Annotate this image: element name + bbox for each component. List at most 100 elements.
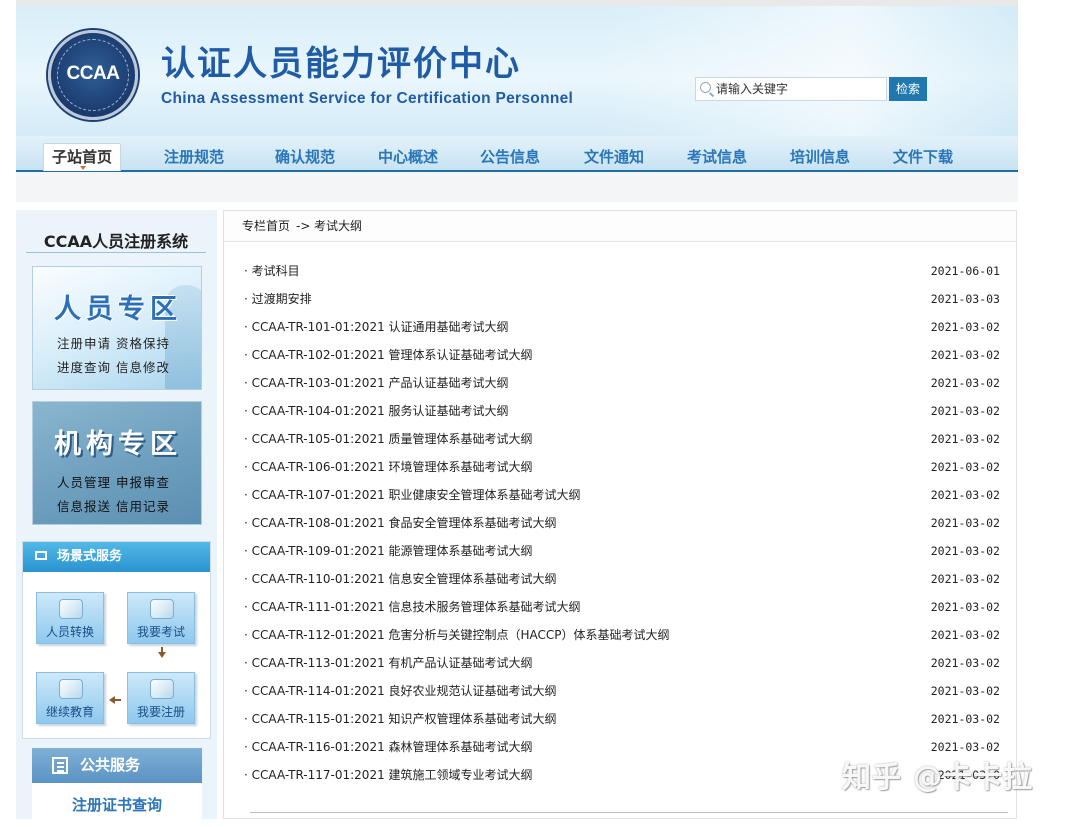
bullet-icon: · bbox=[244, 348, 252, 362]
list-item[interactable]: · CCAA-TR-105-01:2021 质量管理体系基础考试大纲 2021-0… bbox=[224, 425, 1016, 453]
tile-register[interactable]: 我要注册 bbox=[127, 672, 195, 724]
list-item-title[interactable]: · CCAA-TR-117-01:2021 建筑施工领域专业考试大纲 bbox=[244, 761, 533, 789]
bullet-icon: · bbox=[244, 600, 252, 614]
bullet-icon: · bbox=[244, 292, 252, 306]
search-icon bbox=[700, 82, 711, 93]
list-item[interactable]: · 考试科目 2021-06-01 bbox=[224, 257, 1016, 285]
list-item-title[interactable]: · CCAA-TR-110-01:2021 信息安全管理体系基础考试大纲 bbox=[244, 565, 557, 593]
tile-label: 我要注册 bbox=[136, 705, 185, 719]
scenario-service-header: 场景式服务 bbox=[23, 542, 210, 572]
list-item-title[interactable]: · CCAA-TR-111-01:2021 信息技术服务管理体系基础考试大纲 bbox=[244, 593, 581, 621]
list-item[interactable]: · CCAA-TR-114-01:2021 良好农业规范认证基础考试大纲 2021… bbox=[224, 677, 1016, 705]
bullet-icon: · bbox=[244, 628, 252, 642]
tile-continuing-education[interactable]: 继续教育 bbox=[36, 672, 104, 724]
person-zone-banner[interactable]: 人员专区 注册申请 资格保持 进度查询 信息修改 bbox=[32, 266, 202, 390]
left-sidebar: CCAA人员注册系统 人员专区 注册申请 资格保持 进度查询 信息修改 机构专区… bbox=[16, 210, 217, 819]
list-item[interactable]: · CCAA-TR-108-01:2021 食品安全管理体系基础考试大纲 2021… bbox=[224, 509, 1016, 537]
article-list: · 考试科目 2021-06-01 · 过渡期安排 2021-03-03 · CCAA-… bbox=[224, 257, 1016, 789]
search-input[interactable] bbox=[716, 80, 882, 98]
list-item-title[interactable]: · CCAA-TR-106-01:2021 环境管理体系基础考试大纲 bbox=[244, 453, 533, 481]
list-item[interactable]: · CCAA-TR-112-01:2021 危害分析与关键控制点（HACCP）体… bbox=[224, 621, 1016, 649]
list-item[interactable]: · 过渡期安排 2021-03-03 bbox=[224, 285, 1016, 313]
list-item[interactable]: · CCAA-TR-107-01:2021 职业健康安全管理体系基础考试大纲 20… bbox=[224, 481, 1016, 509]
site-title-en: China Assessment Service for Certificati… bbox=[161, 90, 574, 107]
list-item-date: 2021-03-02 bbox=[930, 600, 1000, 614]
nav-item-announcements[interactable]: 公告信息 bbox=[480, 146, 540, 167]
nav-item-training-info[interactable]: 培训信息 bbox=[790, 146, 850, 167]
list-item-title[interactable]: · 过渡期安排 bbox=[244, 285, 312, 313]
list-item-date: 2021-03-02 bbox=[930, 376, 1000, 390]
breadcrumb-home[interactable]: 专栏首页 bbox=[242, 211, 290, 241]
search-button[interactable]: 检索 bbox=[889, 77, 927, 101]
list-item-title[interactable]: · CCAA-TR-113-01:2021 有机产品认证基础考试大纲 bbox=[244, 649, 533, 677]
list-item-title[interactable]: · CCAA-TR-102-01:2021 管理体系认证基础考试大纲 bbox=[244, 341, 533, 369]
bullet-icon: · bbox=[244, 740, 252, 754]
bullet-icon: · bbox=[244, 320, 252, 334]
list-item-title[interactable]: · 考试科目 bbox=[244, 257, 300, 285]
list-item-title[interactable]: · CCAA-TR-108-01:2021 食品安全管理体系基础考试大纲 bbox=[244, 509, 557, 537]
list-item-title[interactable]: · CCAA-TR-105-01:2021 质量管理体系基础考试大纲 bbox=[244, 425, 533, 453]
list-item-date: 2021-06-01 bbox=[930, 264, 1000, 278]
bullet-icon: · bbox=[244, 768, 252, 782]
list-item-date: 2021-03-02 bbox=[930, 460, 1000, 474]
list-item-title[interactable]: · CCAA-TR-104-01:2021 服务认证基础考试大纲 bbox=[244, 397, 509, 425]
breadcrumb-separator: -> bbox=[296, 219, 311, 233]
list-item-date: 2021-03-02 bbox=[930, 628, 1000, 642]
list-item-title[interactable]: · CCAA-TR-109-01:2021 能源管理体系基础考试大纲 bbox=[244, 537, 533, 565]
breadcrumb: 专栏首页 -> 考试大纲 bbox=[224, 211, 1016, 242]
org-zone-title: 机构专区 bbox=[54, 429, 182, 460]
site-title-cn: 认证人员能力评价中心 bbox=[161, 44, 521, 84]
list-item-date: 2021-03-02 bbox=[930, 488, 1000, 502]
nav-item-registration-rules[interactable]: 注册规范 bbox=[164, 146, 224, 167]
bullet-icon: · bbox=[244, 264, 252, 278]
list-item-title[interactable]: · CCAA-TR-103-01:2021 产品认证基础考试大纲 bbox=[244, 369, 509, 397]
tile-take-exam[interactable]: 我要考试 bbox=[127, 592, 195, 644]
nav-item-overview[interactable]: 中心概述 bbox=[378, 146, 438, 167]
list-item-title[interactable]: · CCAA-TR-107-01:2021 职业健康安全管理体系基础考试大纲 bbox=[244, 481, 581, 509]
person-zone-links-2[interactable]: 进度查询 信息修改 bbox=[57, 357, 170, 376]
org-zone-links-1[interactable]: 人员管理 申报审查 bbox=[57, 472, 170, 491]
list-item[interactable]: · CCAA-TR-106-01:2021 环境管理体系基础考试大纲 2021-0… bbox=[224, 453, 1016, 481]
registration-system-title[interactable]: CCAA人员注册系统 bbox=[26, 228, 206, 252]
logo-text: CCAA bbox=[66, 63, 120, 84]
list-item-date: 2021-03-02 bbox=[930, 544, 1000, 558]
list-item[interactable]: · CCAA-TR-110-01:2021 信息安全管理体系基础考试大纲 2021… bbox=[224, 565, 1016, 593]
list-item[interactable]: · CCAA-TR-115-01:2021 知识产权管理体系基础考试大纲 2021… bbox=[224, 705, 1016, 733]
list-item-title[interactable]: · CCAA-TR-112-01:2021 危害分析与关键控制点（HACCP）体… bbox=[244, 621, 670, 649]
header-banner: CCAA 认证人员能力评价中心 China Assessment Service… bbox=[16, 6, 1018, 136]
main-content: 专栏首页 -> 考试大纲 · 考试科目 2021-06-01 · 过渡期安排 2021… bbox=[223, 210, 1017, 819]
ccaa-logo[interactable]: CCAA bbox=[48, 30, 138, 120]
nav-item-exam-info[interactable]: 考试信息 bbox=[687, 146, 747, 167]
list-item-title[interactable]: · CCAA-TR-101-01:2021 认证通用基础考试大纲 bbox=[244, 313, 509, 341]
list-item-title[interactable]: · CCAA-TR-116-01:2021 森林管理体系基础考试大纲 bbox=[244, 733, 533, 761]
certificate-query-link[interactable]: 注册证书查询 bbox=[32, 783, 202, 819]
bullet-icon: · bbox=[244, 712, 252, 726]
nav-item-downloads[interactable]: 文件下载 bbox=[893, 146, 953, 167]
arrow-down-icon bbox=[158, 647, 166, 658]
list-item[interactable]: · CCAA-TR-103-01:2021 产品认证基础考试大纲 2021-03-… bbox=[224, 369, 1016, 397]
list-item[interactable]: · CCAA-TR-111-01:2021 信息技术服务管理体系基础考试大纲 20… bbox=[224, 593, 1016, 621]
list-item-title[interactable]: · CCAA-TR-114-01:2021 良好农业规范认证基础考试大纲 bbox=[244, 677, 557, 705]
list-icon bbox=[52, 757, 68, 774]
divider bbox=[250, 812, 1008, 813]
org-zone-links-2[interactable]: 信息报送 信用记录 bbox=[57, 496, 170, 515]
list-item[interactable]: · CCAA-TR-101-01:2021 认证通用基础考试大纲 2021-03-… bbox=[224, 313, 1016, 341]
org-zone-banner[interactable]: 机构专区 人员管理 申报审查 信息报送 信用记录 bbox=[32, 401, 202, 525]
nav-item-notices[interactable]: 文件通知 bbox=[584, 146, 644, 167]
main-nav: 子站首页 注册规范 确认规范 中心概述 公告信息 文件通知 考试信息 培训信息 … bbox=[16, 136, 1018, 172]
scenario-service-title: 场景式服务 bbox=[57, 549, 123, 564]
tile-person-transfer[interactable]: 人员转换 bbox=[36, 592, 104, 644]
nav-item-confirmation-rules[interactable]: 确认规范 bbox=[275, 146, 335, 167]
list-item[interactable]: · CCAA-TR-109-01:2021 能源管理体系基础考试大纲 2021-0… bbox=[224, 537, 1016, 565]
breadcrumb-current: 考试大纲 bbox=[314, 219, 363, 233]
list-item-date: 2021-03-02 bbox=[930, 684, 1000, 698]
list-item[interactable]: · CCAA-TR-113-01:2021 有机产品认证基础考试大纲 2021-0… bbox=[224, 649, 1016, 677]
divider bbox=[26, 252, 206, 253]
scenario-service-panel: 场景式服务 人员转换 我要考试 继续教育 我要注册 bbox=[22, 541, 211, 739]
list-item[interactable]: · CCAA-TR-102-01:2021 管理体系认证基础考试大纲 2021-0… bbox=[224, 341, 1016, 369]
list-item-title[interactable]: · CCAA-TR-115-01:2021 知识产权管理体系基础考试大纲 bbox=[244, 705, 557, 733]
person-zone-links-1[interactable]: 注册申请 资格保持 bbox=[57, 333, 170, 352]
list-item-date: 2021-03-02 bbox=[930, 320, 1000, 334]
bullet-icon: · bbox=[244, 572, 252, 586]
list-item[interactable]: · CCAA-TR-104-01:2021 服务认证基础考试大纲 2021-03-… bbox=[224, 397, 1016, 425]
